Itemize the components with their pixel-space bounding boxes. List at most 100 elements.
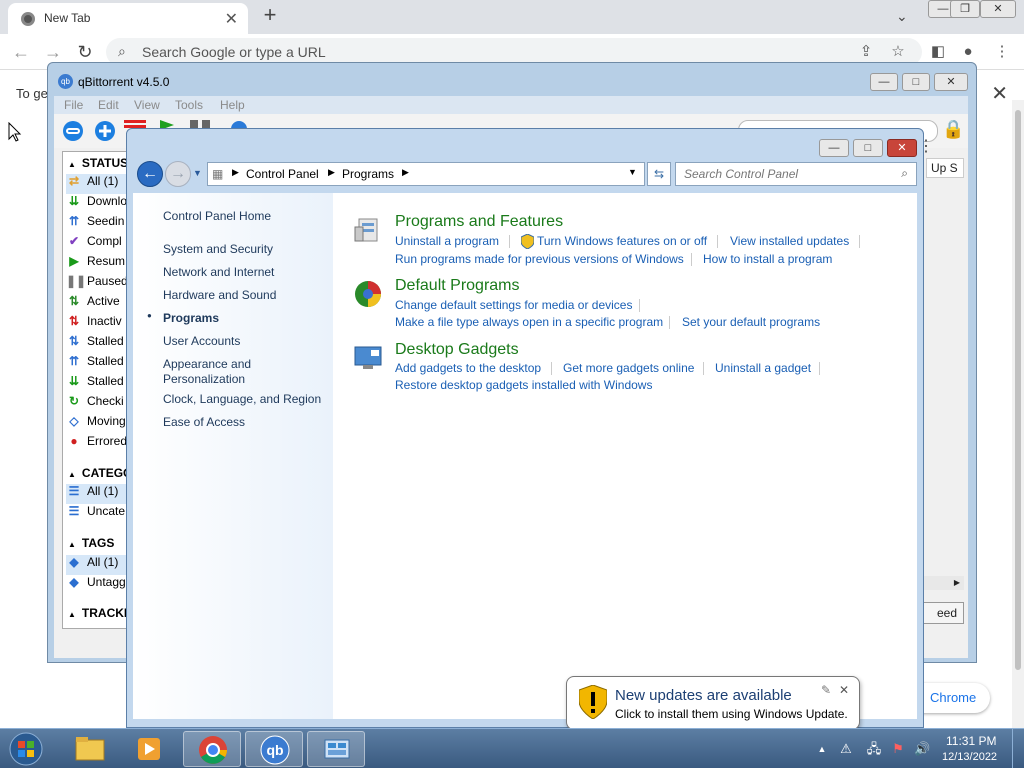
forward-arrow-icon[interactable]: →	[42, 41, 64, 63]
nav-user-accounts[interactable]: User Accounts	[163, 334, 240, 348]
cp-search-input[interactable]: Search Control Panel ⌕	[675, 162, 917, 186]
address-dropdown-icon[interactable]: ▼	[628, 167, 637, 177]
restore-gadgets-link[interactable]: Restore desktop gadgets installed with W…	[395, 378, 652, 392]
chrome-menu-icon[interactable]: ⋮	[992, 42, 1012, 62]
get-more-gadgets-link[interactable]: Get more gadgets online	[563, 361, 694, 375]
trackers-section-header[interactable]: ▲ TRACKE	[68, 606, 131, 620]
up-speed-column-header[interactable]: Up S	[926, 158, 964, 178]
add-torrent-icon[interactable]	[94, 120, 116, 142]
taskbar-qbittorrent[interactable]: qb	[245, 731, 303, 767]
desktop-gadgets-icon[interactable]	[353, 343, 383, 373]
notification-options-icon[interactable]: ✎	[821, 683, 831, 697]
categories-section-header[interactable]: ▲ CATEGO	[68, 466, 131, 480]
breadcrumb-control-panel[interactable]: Control Panel	[246, 167, 319, 181]
reload-icon[interactable]: ↻	[74, 41, 96, 63]
add-gadgets-link[interactable]: Add gadgets to the desktop	[395, 361, 541, 375]
taskbar-media-player[interactable]	[120, 731, 178, 767]
desktop-gadgets-title[interactable]: Desktop Gadgets	[395, 341, 519, 359]
qbt-minimize-button[interactable]: —	[870, 73, 898, 91]
windows-update-tray-icon[interactable]: ⚠	[838, 741, 854, 757]
status-filter-item[interactable]: ● Errored	[66, 434, 131, 454]
side-panel-icon[interactable]: ◧	[928, 42, 948, 62]
how-to-install-link[interactable]: How to install a program	[703, 252, 832, 266]
status-filter-item[interactable]: ✔ Compl	[66, 234, 131, 254]
default-programs-icon[interactable]	[353, 279, 383, 309]
view-installed-updates-link[interactable]: View installed updates	[730, 234, 849, 248]
nav-hardware-sound[interactable]: Hardware and Sound	[163, 288, 276, 302]
category-uncategorized[interactable]: ☰ Uncate	[66, 504, 131, 524]
nav-control-panel-home[interactable]: Control Panel Home	[163, 209, 271, 223]
back-arrow-icon[interactable]: ←	[137, 161, 163, 187]
tags-section-header[interactable]: ▲ TAGS	[68, 536, 114, 550]
programs-features-title[interactable]: Programs and Features	[395, 213, 563, 231]
default-media-settings-link[interactable]: Change default settings for media or dev…	[395, 298, 632, 312]
default-programs-title[interactable]: Default Programs	[395, 277, 520, 295]
scrollbar-thumb[interactable]	[1015, 110, 1021, 670]
menu-tools[interactable]: Tools	[175, 98, 203, 112]
tab-new-tab[interactable]: New Tab ✕	[8, 3, 248, 34]
nav-network-internet[interactable]: Network and Internet	[163, 265, 274, 279]
file-type-association-link[interactable]: Make a file type always open in a specif…	[395, 315, 663, 329]
action-center-icon[interactable]: ⚑	[890, 741, 906, 757]
menu-edit[interactable]: Edit	[98, 98, 119, 112]
uninstall-program-link[interactable]: Uninstall a program	[395, 234, 499, 248]
chrome-restore-button[interactable]: ❐	[950, 0, 980, 18]
qbt-maximize-button[interactable]: □	[902, 73, 930, 91]
programs-features-icon[interactable]	[353, 215, 383, 245]
set-default-programs-link[interactable]: Set your default programs	[682, 315, 820, 329]
category-all[interactable]: ☰ All (1)	[66, 484, 131, 504]
compatibility-programs-link[interactable]: Run programs made for previous versions …	[395, 252, 684, 266]
tag-untagged[interactable]: ◆ Untagg	[66, 575, 131, 595]
share-icon[interactable]: ⇪	[856, 42, 876, 62]
status-filter-item[interactable]: ◇ Moving	[66, 414, 131, 434]
refresh-icon[interactable]: ⇆	[647, 162, 671, 186]
tab-search-chevron-icon[interactable]: ⌄	[896, 8, 908, 25]
page-scrollbar[interactable]	[1012, 100, 1024, 728]
menu-view[interactable]: View	[134, 98, 160, 112]
status-filter-item[interactable]: ↻ Checki	[66, 394, 131, 414]
status-section-header[interactable]: ▲ STATUS	[68, 156, 128, 170]
add-link-icon[interactable]	[62, 120, 84, 142]
qbt-horizontal-scrollbar[interactable]: ▶	[924, 576, 964, 590]
status-filter-item[interactable]: ▶ Resum	[66, 254, 131, 274]
infobar-close-icon[interactable]: ✕	[991, 81, 1008, 106]
nav-appearance[interactable]: Appearance and	[163, 357, 251, 371]
taskbar-explorer[interactable]	[60, 731, 118, 767]
forward-arrow-icon[interactable]: →	[165, 161, 191, 187]
status-filter-item[interactable]: ⇅ Active	[66, 294, 131, 314]
nav-programs[interactable]: Programs	[163, 311, 219, 325]
status-filter-item[interactable]: ⇄ All (1)	[66, 174, 131, 194]
taskbar-chrome[interactable]	[183, 731, 241, 767]
status-filter-item[interactable]: ⇊ Stalled	[66, 374, 131, 394]
back-arrow-icon[interactable]: ←	[10, 41, 32, 63]
show-desktop-button[interactable]	[1012, 729, 1024, 768]
volume-icon[interactable]: 🔊	[914, 741, 930, 757]
notification-close-icon[interactable]: ✕	[839, 683, 849, 697]
status-filter-item[interactable]: ❚❚Paused	[66, 274, 131, 294]
menu-file[interactable]: File	[64, 98, 83, 112]
nav-clock-language-region[interactable]: Clock, Language, and Region	[163, 392, 321, 406]
network-icon[interactable]: 🖧	[866, 741, 882, 757]
show-hidden-icons-icon[interactable]: ▲	[814, 741, 830, 757]
windows-update-notification[interactable]: New updates are available Click to insta…	[566, 676, 860, 730]
status-filter-item[interactable]: ⇈ Stalled	[66, 354, 131, 374]
uninstall-gadget-link[interactable]: Uninstall a gadget	[715, 361, 811, 375]
qbt-close-button[interactable]: ✕	[934, 73, 968, 91]
windows-features-link[interactable]: Turn Windows features on or off	[537, 234, 707, 248]
nav-ease-of-access[interactable]: Ease of Access	[163, 415, 245, 429]
taskbar-control-panel[interactable]	[307, 731, 365, 767]
tab-close-icon[interactable]: ✕	[225, 9, 238, 29]
chrome-close-button[interactable]: ✕	[980, 0, 1016, 18]
recent-pages-chevron-icon[interactable]: ▼	[193, 168, 202, 178]
lock-icon[interactable]: 🔒	[942, 119, 964, 140]
cp-minimize-button[interactable]: —	[819, 139, 849, 157]
status-filter-item[interactable]: ⇈ Seedin	[66, 214, 131, 234]
new-tab-button[interactable]: +	[258, 4, 282, 28]
cp-address-bar[interactable]: ▦ ▶ Control Panel ▶ Programs ▶ ▼	[207, 162, 645, 186]
tag-all[interactable]: ◆ All (1)	[66, 555, 131, 575]
status-filter-item[interactable]: ⇅ Inactiv	[66, 314, 131, 334]
menu-help[interactable]: Help	[220, 98, 245, 112]
nav-personalization[interactable]: Personalization	[163, 372, 245, 386]
cp-maximize-button[interactable]: □	[853, 139, 883, 157]
breadcrumb-programs[interactable]: Programs	[342, 167, 394, 181]
